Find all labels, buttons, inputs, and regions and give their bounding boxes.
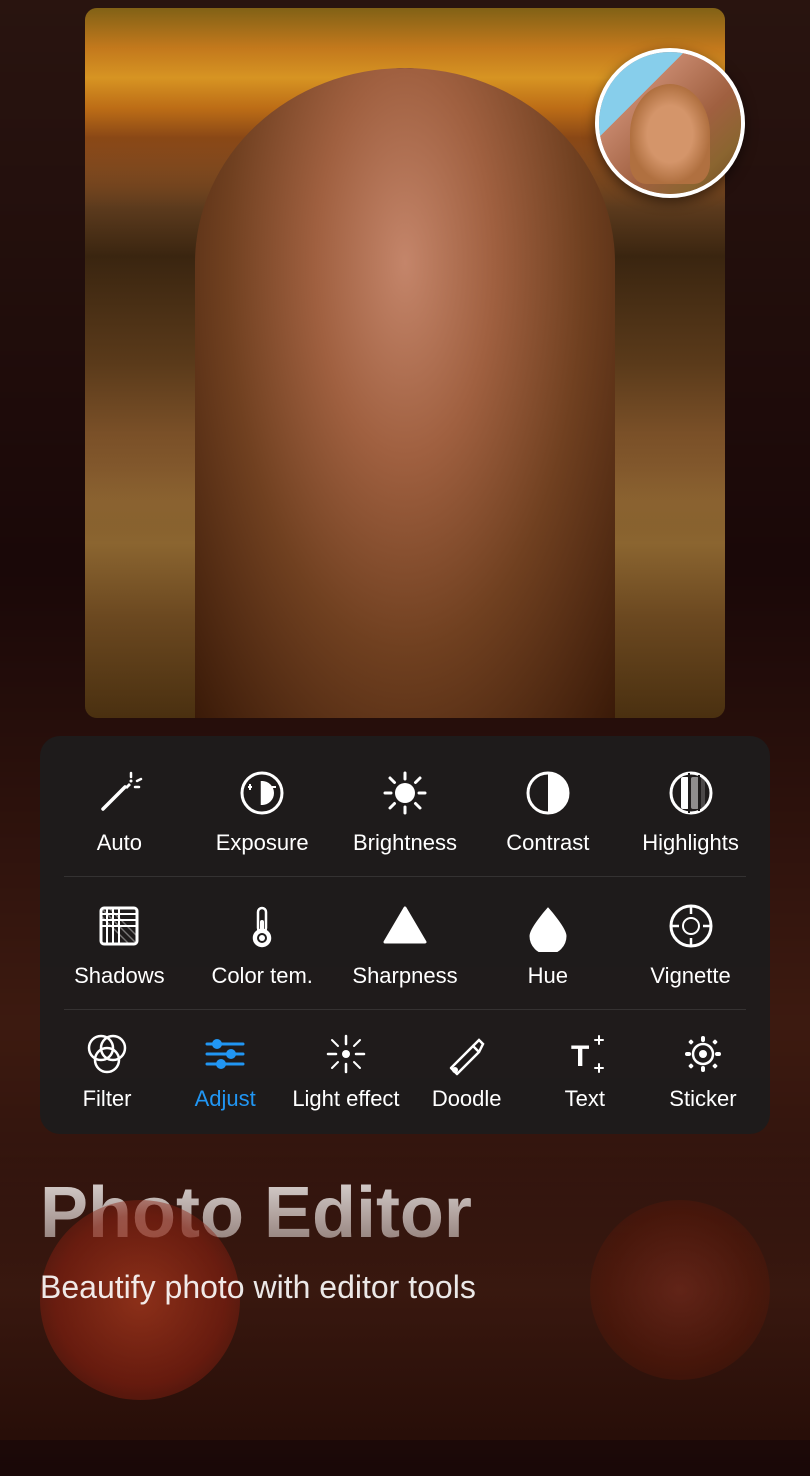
temperature-icon bbox=[233, 897, 291, 955]
tool-hue-label: Hue bbox=[528, 963, 568, 989]
thumbnail-avatar[interactable] bbox=[595, 48, 745, 198]
svg-text:T: T bbox=[571, 1040, 589, 1073]
sharpness-icon bbox=[376, 897, 434, 955]
toolbar-doodle-label: Doodle bbox=[432, 1086, 502, 1112]
toolbar-text[interactable]: T Text bbox=[530, 1022, 640, 1118]
app-store-section: Photo Editor Beautify photo with editor … bbox=[0, 1134, 810, 1440]
toolbar-adjust[interactable]: Adjust bbox=[170, 1022, 280, 1118]
shadows-icon bbox=[90, 897, 148, 955]
tool-contrast[interactable]: Contrast bbox=[488, 756, 608, 864]
tool-vignette[interactable]: Vignette bbox=[631, 889, 751, 997]
tool-shadows-label: Shadows bbox=[74, 963, 165, 989]
light-effect-icon bbox=[320, 1028, 372, 1080]
toolbar-doodle[interactable]: Doodle bbox=[412, 1022, 522, 1118]
adjust-icon bbox=[199, 1028, 251, 1080]
toolbar-text-label: Text bbox=[565, 1086, 605, 1112]
editor-panel: Auto Exposure bbox=[40, 736, 770, 1134]
tool-brightness-label: Brightness bbox=[353, 830, 457, 856]
tool-hue[interactable]: Hue bbox=[488, 889, 608, 997]
doodle-icon bbox=[441, 1028, 493, 1080]
tools-row-2: Shadows Color tem. bbox=[48, 881, 762, 1005]
tool-auto-label: Auto bbox=[97, 830, 142, 856]
bottom-toolbar: Filter Adjust bbox=[48, 1014, 762, 1122]
tool-shadows[interactable]: Shadows bbox=[59, 889, 179, 997]
tool-highlights-label: Highlights bbox=[642, 830, 739, 856]
tool-highlights[interactable]: Highlights bbox=[631, 756, 751, 864]
toolbar-light-effect[interactable]: Light effect bbox=[288, 1022, 403, 1118]
toolbar-sticker-label: Sticker bbox=[669, 1086, 736, 1112]
tool-color-temp[interactable]: Color tem. bbox=[202, 889, 322, 997]
brightness-icon bbox=[376, 764, 434, 822]
main-photo-container bbox=[85, 8, 725, 718]
app-subtitle: Beautify photo with editor tools bbox=[40, 1269, 770, 1306]
exposure-icon bbox=[233, 764, 291, 822]
tool-exposure-label: Exposure bbox=[216, 830, 309, 856]
toolbar-light-effect-label: Light effect bbox=[292, 1086, 399, 1112]
tool-vignette-label: Vignette bbox=[650, 963, 730, 989]
hue-icon bbox=[519, 897, 577, 955]
sticker-icon bbox=[677, 1028, 729, 1080]
tools-row-1: Auto Exposure bbox=[48, 748, 762, 872]
highlights-icon bbox=[662, 764, 720, 822]
toolbar-adjust-label: Adjust bbox=[195, 1086, 256, 1112]
contrast-icon bbox=[519, 764, 577, 822]
toolbar-sticker[interactable]: Sticker bbox=[648, 1022, 758, 1118]
tool-sharpness-label: Sharpness bbox=[352, 963, 457, 989]
tool-color-temp-label: Color tem. bbox=[211, 963, 312, 989]
tool-contrast-label: Contrast bbox=[506, 830, 589, 856]
toolbar-filter[interactable]: Filter bbox=[52, 1022, 162, 1118]
tool-auto[interactable]: Auto bbox=[59, 756, 179, 864]
filter-icon bbox=[81, 1028, 133, 1080]
auto-fix-icon bbox=[90, 764, 148, 822]
tool-exposure[interactable]: Exposure bbox=[202, 756, 322, 864]
text-icon: T bbox=[559, 1028, 611, 1080]
toolbar-filter-label: Filter bbox=[83, 1086, 132, 1112]
vignette-icon bbox=[662, 897, 720, 955]
tool-brightness[interactable]: Brightness bbox=[345, 756, 465, 864]
tool-sharpness[interactable]: Sharpness bbox=[345, 889, 465, 997]
